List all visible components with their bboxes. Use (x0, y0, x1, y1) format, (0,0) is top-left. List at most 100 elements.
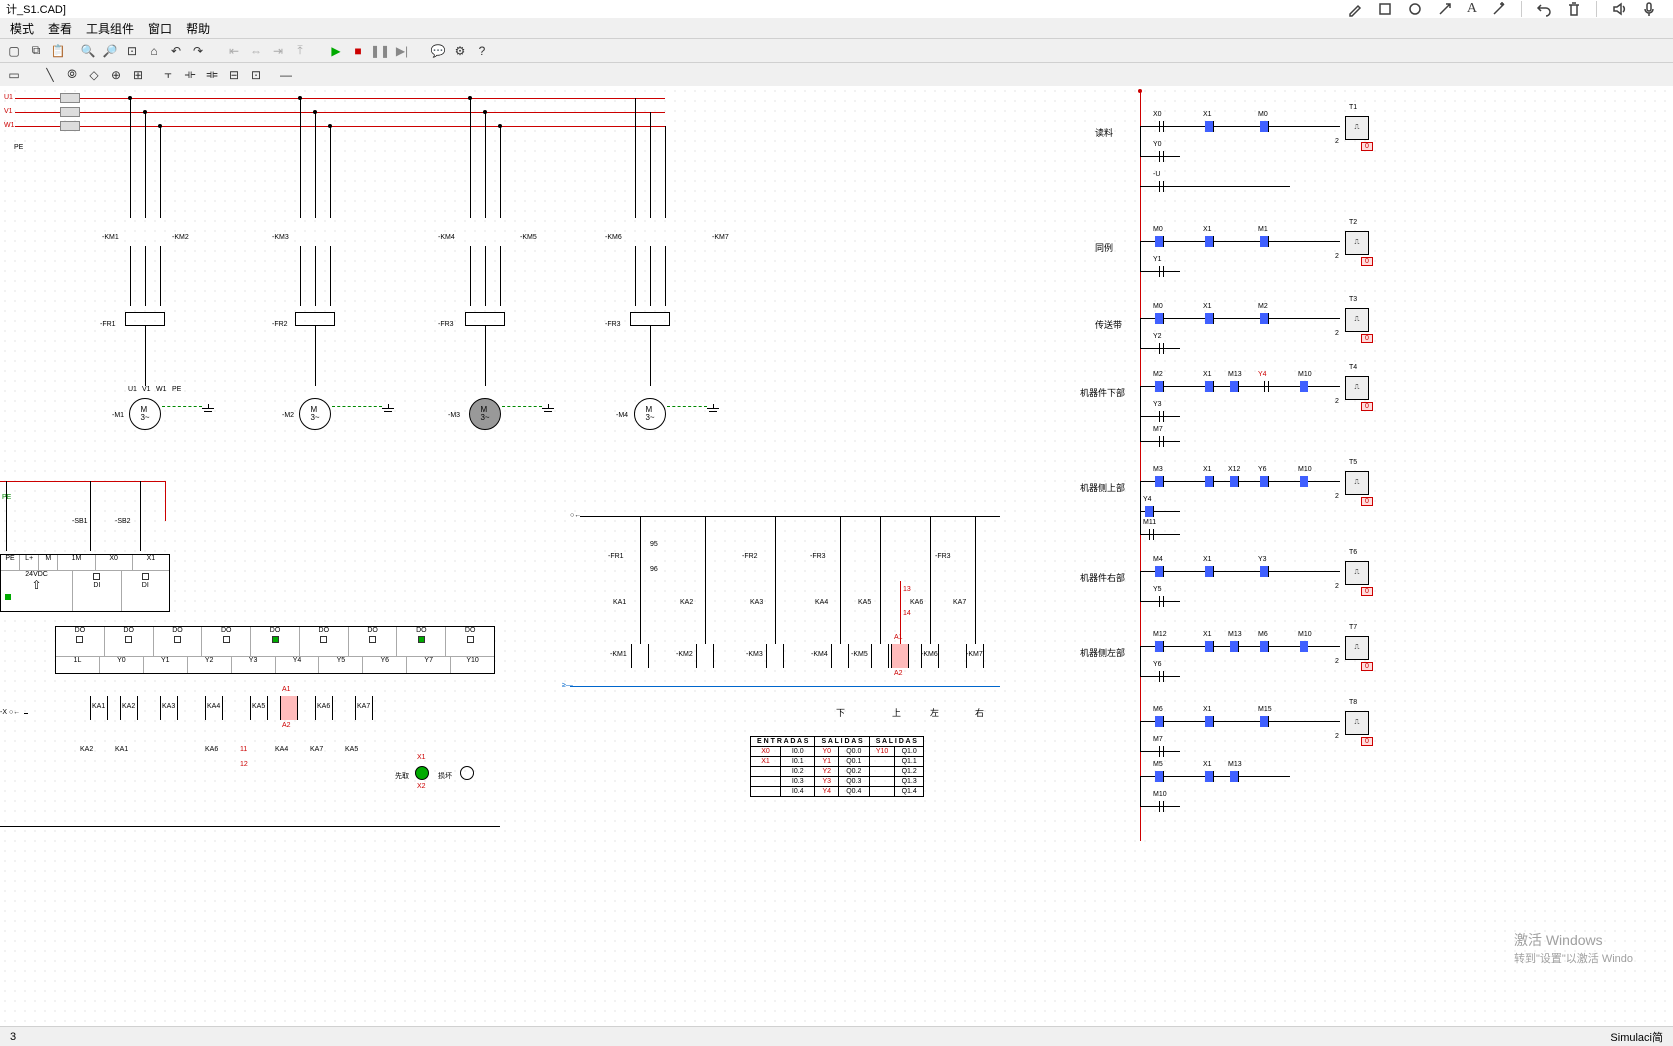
motor-3: M3~ (469, 398, 501, 430)
tool-paste-icon[interactable]: 📋 (48, 41, 68, 61)
status-right: Simulaci简 (1610, 1029, 1663, 1045)
tool2-g5-icon[interactable]: ⊡ (246, 65, 266, 85)
tool-align-c-icon[interactable]: ⇔ (246, 41, 266, 61)
sb2-lbl: -SB2 (115, 518, 131, 525)
tool2-g2-icon[interactable]: ⟛ (180, 65, 200, 85)
ground-2 (380, 404, 396, 416)
trash-icon[interactable] (1566, 1, 1582, 17)
tool2-g4-icon[interactable]: ⊟ (224, 65, 244, 85)
km7-lbl: -KM7 (712, 234, 729, 241)
fr3-lbl: -FR3 (438, 321, 454, 328)
tool2-d1-icon[interactable]: ◇ (84, 65, 104, 85)
menu-help[interactable]: 帮助 (180, 18, 216, 39)
tool-align-t-icon[interactable]: ⤒ (290, 41, 310, 61)
km3-lbl: -KM3 (272, 234, 289, 241)
plc-bottom: DO DO DO DO DO DO DO DO DO 1L Y0 Y1 Y2 Y… (55, 626, 495, 674)
tool-stop-icon[interactable]: ■ (348, 41, 368, 61)
arrow-icon[interactable] (1437, 1, 1453, 17)
tool-redo-icon[interactable]: ↷ (188, 41, 208, 61)
km1-lbl: -KM1 (102, 234, 119, 241)
tool-undo-icon[interactable]: ↶ (166, 41, 186, 61)
bus-w (15, 126, 665, 127)
motor-1: M3~ (129, 398, 161, 430)
fr3-sym (465, 312, 505, 326)
tool2-node-icon[interactable]: ⦾ (62, 65, 82, 85)
tool-align-r-icon[interactable]: ⇥ (268, 41, 288, 61)
tool-home-icon[interactable]: ⌂ (144, 41, 164, 61)
phase-v: V1 (4, 108, 13, 115)
fuse-3 (60, 121, 80, 131)
tool2-d2-icon[interactable]: ⊕ (106, 65, 126, 85)
tool-msg-icon[interactable]: 💬 (428, 41, 448, 61)
ctrl-bus-top (580, 516, 1000, 517)
toolbar-2: ▭ ╲ ⦾ ◇ ⊕ ⊞ ⫟ ⟛ ⟚ ⊟ ⊡ — (0, 62, 1673, 86)
tool-new-icon[interactable]: ▢ (4, 41, 24, 61)
light-off (460, 766, 474, 780)
menu-window[interactable]: 窗口 (142, 18, 178, 39)
status-bar: 3 Simulaci简 (0, 1026, 1673, 1046)
title-bar: 计_S1.CAD] A (0, 0, 1673, 18)
tool-play-icon[interactable]: ▶ (326, 41, 346, 61)
motor-2: M3~ (299, 398, 331, 430)
fr3b-lbl: -FR3 (605, 321, 621, 328)
tool-find-icon[interactable]: 🔍 (78, 41, 98, 61)
tool-fit-icon[interactable]: ⊡ (122, 41, 142, 61)
status-left: 3 (10, 1031, 16, 1043)
fuse-2 (60, 107, 80, 117)
undo-icon[interactable] (1536, 1, 1552, 17)
menu-view[interactable]: 查看 (42, 18, 78, 39)
ground-4 (705, 404, 721, 416)
tool-pause-icon[interactable]: ❚❚ (370, 41, 390, 61)
fr3b-sym (630, 312, 670, 326)
wand-icon[interactable] (1491, 1, 1507, 17)
tool2-g3-icon[interactable]: ⟚ (202, 65, 222, 85)
toolbar-1: ▢ ⧉ 📋 🔍 🔎 ⊡ ⌂ ↶ ↷ ⇤ ⇔ ⇥ ⤒ ▶ ■ ❚❚ ▶| 💬 ⚙ … (0, 38, 1673, 62)
tool-align-l-icon[interactable]: ⇤ (224, 41, 244, 61)
tool2-d3-icon[interactable]: ⊞ (128, 65, 148, 85)
menu-tools[interactable]: 工具组件 (80, 18, 140, 39)
timer: ⎍ (1345, 308, 1369, 332)
menu-mode[interactable]: 模式 (4, 18, 40, 39)
tool2-g1-icon[interactable]: ⫟ (158, 65, 178, 85)
pencil-icon[interactable] (1347, 1, 1363, 17)
tool-copy-icon[interactable]: ⧉ (26, 41, 46, 61)
canvas[interactable]: U1 V1 W1 PE -KM1 -KM2 -KM3 -KM4 -KM5 -KM… (0, 86, 1673, 1026)
fr2-lbl: -FR2 (272, 321, 288, 328)
volume-icon[interactable] (1611, 1, 1627, 17)
ground-3 (540, 404, 556, 416)
tool2-box-icon[interactable]: ▭ (4, 65, 24, 85)
timer: ⎍ (1345, 471, 1369, 495)
text-icon[interactable]: A (1467, 1, 1477, 17)
tool-step-icon[interactable]: ▶| (392, 41, 412, 61)
mic-icon[interactable] (1641, 1, 1657, 17)
fr1-lbl: -FR1 (100, 321, 116, 328)
km4-lbl: -KM4 (438, 234, 455, 241)
timer: ⎍ (1345, 116, 1369, 140)
square-icon[interactable] (1377, 1, 1393, 17)
bus-v (15, 112, 665, 113)
contact (1155, 126, 1167, 127)
tool-help-icon[interactable]: ? (472, 41, 492, 61)
phase-w: W1 (4, 122, 15, 129)
io-table: E N T R A D A SS A L I D A SS A L I D A … (750, 736, 924, 797)
motor-4: M3~ (634, 398, 666, 430)
tool2-line-icon[interactable]: ╲ (40, 65, 60, 85)
phase-pe: PE (14, 144, 23, 151)
fr2-sym (295, 312, 335, 326)
tool-cfg-icon[interactable]: ⚙ (450, 41, 470, 61)
km5-lbl: -KM5 (520, 234, 537, 241)
tool-zoom-icon[interactable]: 🔎 (100, 41, 120, 61)
menu-bar: 模式 查看 工具组件 窗口 帮助 (0, 18, 1673, 38)
fr1-sym (125, 312, 165, 326)
timer: ⎍ (1345, 711, 1369, 735)
circle-icon[interactable] (1407, 1, 1423, 17)
window-title: 计_S1.CAD] (6, 1, 66, 17)
tool2-dash-icon[interactable]: — (276, 65, 296, 85)
title-icons: A (1347, 1, 1657, 17)
x2-lbl: X2 (417, 783, 426, 790)
watermark: 激活 Windows 转到"设置"以激活 Windo (1514, 930, 1633, 966)
phase-u: U1 (4, 94, 13, 101)
timer: ⎍ (1345, 561, 1369, 585)
fuse-1 (60, 93, 80, 103)
bus-u (15, 98, 665, 99)
